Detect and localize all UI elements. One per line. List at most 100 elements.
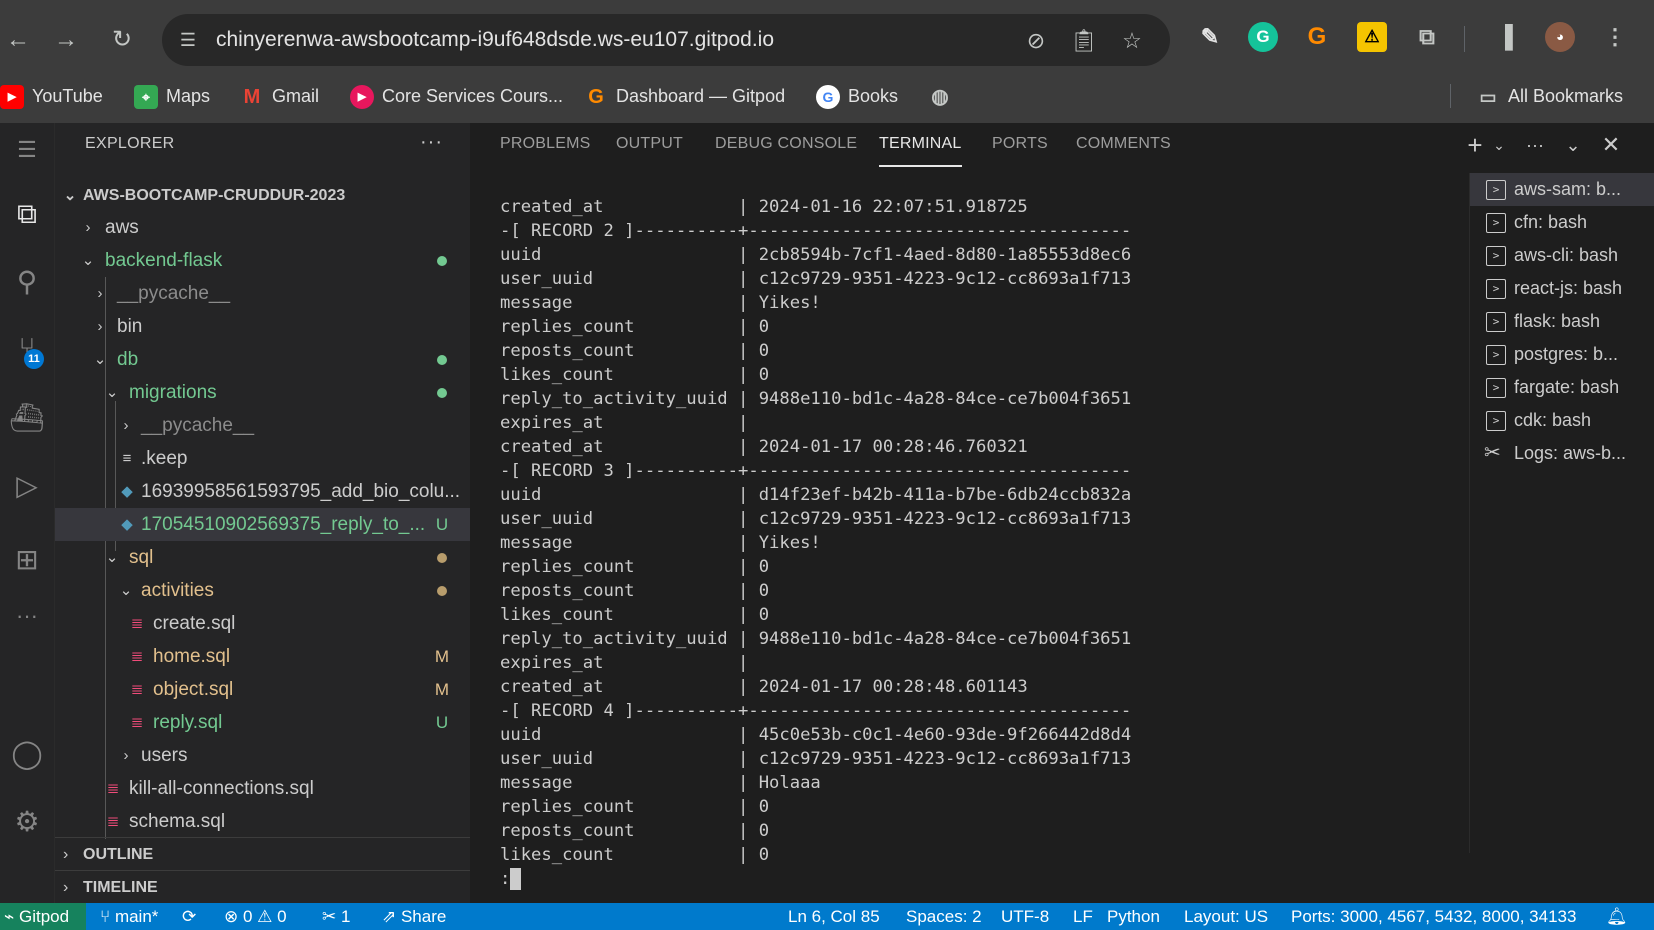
tree-folder-backend-flask[interactable]: ⌄ backend-flask bbox=[55, 244, 470, 277]
tree-folder-users[interactable]: › users bbox=[55, 739, 470, 772]
terminal-item-cdk[interactable]: > cdk: bash bbox=[1470, 404, 1654, 437]
browser-menu-icon[interactable]: ⋮ bbox=[1600, 22, 1630, 52]
tab-comments[interactable]: COMMENTS bbox=[1076, 135, 1171, 153]
outline-section[interactable]: › OUTLINE bbox=[55, 837, 470, 871]
end-of-line[interactable]: LF bbox=[1073, 903, 1093, 930]
timeline-section[interactable]: › TIMELINE bbox=[55, 870, 470, 904]
bookmark-gmail[interactable]: M Gmail bbox=[240, 76, 319, 116]
url-text[interactable]: chinyerenwa-awsbootcamp-i9uf648dsde.ws-e… bbox=[216, 14, 774, 66]
keyboard-layout[interactable]: Layout: US bbox=[1184, 903, 1268, 930]
maximize-panel-chevron-icon[interactable]: ⌄ bbox=[1557, 129, 1589, 161]
workspace-root[interactable]: ⌄ AWS-BOOTCAMP-CRUDDUR-2023 bbox=[55, 179, 470, 212]
tree-folder-migrations[interactable]: ⌄ migrations bbox=[55, 376, 470, 409]
close-panel-icon[interactable]: ✕ bbox=[1595, 129, 1627, 161]
back-icon[interactable]: ← bbox=[0, 22, 36, 58]
tab-output[interactable]: OUTPUT bbox=[616, 135, 683, 153]
more-views-icon[interactable]: ··· bbox=[0, 589, 54, 643]
tree-file-kill-all-connections[interactable]: ≣ kill-all-connections.sql bbox=[55, 772, 470, 805]
reload-icon[interactable]: ↻ bbox=[104, 22, 140, 58]
database-file-icon: ≣ bbox=[130, 714, 144, 731]
bookmark-gitpod-dashboard[interactable]: G Dashboard — Gitpod bbox=[584, 76, 785, 116]
tree-file-create-sql[interactable]: ≣ create.sql bbox=[55, 607, 470, 640]
terminal-item-postgres[interactable]: > postgres: b... bbox=[1470, 338, 1654, 371]
tree-file-keep[interactable]: ≡ .keep bbox=[55, 442, 470, 475]
gitpod-extension-icon[interactable]: G bbox=[1302, 22, 1332, 52]
forward-icon[interactable]: → bbox=[48, 22, 84, 58]
grammarly-extension-icon[interactable]: G bbox=[1248, 22, 1278, 52]
address-bar[interactable]: ☰ chinyerenwa-awsbootcamp-i9uf648dsde.ws… bbox=[162, 14, 1170, 66]
tree-file-add-bio-migration[interactable]: ◆ 16939958561593795_add_bio_colu... bbox=[55, 475, 470, 508]
explorer-files-icon[interactable]: ⧉ bbox=[0, 187, 54, 241]
side-panel-icon[interactable]: ▐ bbox=[1490, 22, 1520, 52]
bookmark-star-icon[interactable]: ☆ bbox=[1118, 27, 1146, 55]
tab-problems[interactable]: PROBLEMS bbox=[500, 135, 591, 153]
tab-ports[interactable]: PORTS bbox=[992, 135, 1048, 153]
tree-file-object-sql[interactable]: ≣ object.sql M bbox=[55, 673, 470, 706]
extensions-puzzle-icon[interactable]: ⧉ bbox=[1412, 22, 1442, 52]
profile-avatar[interactable]: ◕ bbox=[1545, 22, 1575, 52]
bottom-panel: PROBLEMS OUTPUT DEBUG CONSOLE TERMINAL P… bbox=[471, 123, 1654, 903]
untracked-dot bbox=[437, 355, 447, 365]
terminal-item-react-js[interactable]: > react-js: bash bbox=[1470, 272, 1654, 305]
explorer-more-icon[interactable]: ··· bbox=[420, 131, 443, 154]
remote-gitpod[interactable]: ⌁ Gitpod bbox=[4, 903, 69, 930]
bookmark-core-services[interactable]: ▶ Core Services Cours... bbox=[350, 76, 563, 116]
tree-file-reply-to-migration[interactable]: ◆ 17054510902569375_reply_to_... U bbox=[55, 508, 470, 541]
tab-debug-console[interactable]: DEBUG CONSOLE bbox=[715, 135, 857, 153]
sync-icon[interactable]: ⟳ bbox=[182, 903, 196, 930]
panel-more-icon[interactable]: ··· bbox=[1519, 129, 1551, 161]
source-control-icon[interactable]: ⑂ 11 bbox=[0, 321, 54, 375]
menu-icon[interactable]: ☰ bbox=[0, 123, 54, 177]
tree-file-schema-sql[interactable]: ≣ schema.sql bbox=[55, 805, 470, 838]
share-icon: ⇗ bbox=[382, 907, 401, 926]
cursor-position[interactable]: Ln 6, Col 85 bbox=[788, 903, 880, 930]
terminal-item-fargate[interactable]: > fargate: bash bbox=[1470, 371, 1654, 404]
tree-folder-aws[interactable]: › aws bbox=[55, 211, 470, 244]
terminal-item-flask[interactable]: > flask: bash bbox=[1470, 305, 1654, 338]
terminal-item-cfn[interactable]: > cfn: bash bbox=[1470, 206, 1654, 239]
encoding[interactable]: UTF-8 bbox=[1001, 903, 1049, 930]
accounts-icon[interactable]: ◯ bbox=[0, 727, 54, 781]
extensions-icon[interactable]: ⊞ bbox=[0, 533, 54, 587]
eyedropper-extension-icon[interactable]: ✎ bbox=[1195, 22, 1225, 52]
notifications-bell-icon[interactable]: 🔔︎ bbox=[1606, 903, 1628, 930]
database-file-icon: ≣ bbox=[130, 615, 144, 632]
all-bookmarks[interactable]: ▭ All Bookmarks bbox=[1476, 76, 1623, 116]
python-file-icon: ◆ bbox=[121, 516, 133, 533]
terminal-item-aws-sam[interactable]: > aws-sam: b... bbox=[1470, 173, 1654, 206]
tab-terminal[interactable]: TERMINAL bbox=[879, 135, 962, 167]
tree-folder-db[interactable]: ⌄ db bbox=[55, 343, 470, 376]
clipboard-icon[interactable]: 📋︎ bbox=[1070, 27, 1098, 55]
tree-folder-sql[interactable]: ⌄ sql bbox=[55, 541, 470, 574]
terminal-item-aws-cli[interactable]: > aws-cli: bash bbox=[1470, 239, 1654, 272]
ports-forwarded[interactable]: ✂ 1 bbox=[322, 903, 350, 930]
bookmark-youtube[interactable]: ▶ YouTube bbox=[0, 76, 103, 116]
bookmark-books[interactable]: G Books bbox=[816, 76, 898, 116]
site-settings-icon[interactable]: ☰ bbox=[176, 28, 200, 52]
terminal-line: -[ RECORD 3 ]----------+----------------… bbox=[500, 461, 1132, 481]
indentation[interactable]: Spaces: 2 bbox=[906, 903, 982, 930]
problems-indicator[interactable]: ⊗ 0 ⚠ 0 bbox=[224, 903, 287, 930]
search-icon[interactable]: ⚲ bbox=[0, 255, 54, 309]
warning-extension-icon[interactable]: ⚠ bbox=[1357, 22, 1387, 52]
terminal-output[interactable]: created_at | 2024-01-16 22:07:51.918725 -… bbox=[500, 195, 1380, 891]
run-debug-icon[interactable]: ▷ bbox=[0, 459, 54, 513]
ports-list[interactable]: Ports: 3000, 4567, 5432, 8000, 34133 bbox=[1291, 903, 1576, 930]
tree-file-home-sql[interactable]: ≣ home.sql M bbox=[55, 640, 470, 673]
docker-icon[interactable]: ⛴ bbox=[0, 391, 54, 445]
tree-folder-pycache-migrations[interactable]: › __pycache__ bbox=[55, 409, 470, 442]
tree-folder-pycache[interactable]: › __pycache__ bbox=[55, 277, 470, 310]
settings-gear-icon[interactable]: ⚙ bbox=[0, 795, 54, 849]
terminal-dropdown-chevron-icon[interactable]: ⌄ bbox=[1483, 129, 1515, 161]
share-button[interactable]: ⇗ Share bbox=[382, 903, 446, 930]
git-branch[interactable]: ⑂ main* bbox=[100, 903, 158, 930]
terminal-item-logs[interactable]: ✂ Logs: aws-b... bbox=[1470, 437, 1654, 470]
camera-blocked-icon[interactable]: ⊘ bbox=[1022, 27, 1050, 55]
bookmark-globe[interactable]: ◍ bbox=[928, 76, 960, 116]
terminal-line: replies_count | 0 bbox=[500, 797, 770, 817]
bookmark-maps[interactable]: ⌖ Maps bbox=[134, 76, 210, 116]
language-mode[interactable]: Python bbox=[1107, 903, 1160, 930]
tree-folder-bin[interactable]: › bin bbox=[55, 310, 470, 343]
tree-file-reply-sql[interactable]: ≣ reply.sql U bbox=[55, 706, 470, 739]
tree-folder-activities[interactable]: ⌄ activities bbox=[55, 574, 470, 607]
